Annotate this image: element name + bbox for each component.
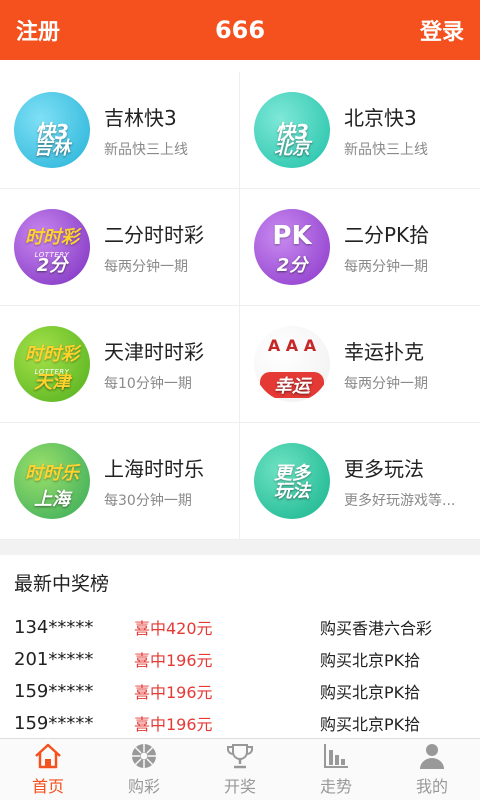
winner-game: 购买北京PK拾 (320, 683, 421, 702)
game-item-beijing-k3[interactable]: 快3 北京 北京快3 新品快三上线 (240, 72, 480, 189)
login-button[interactable]: 登录 (384, 14, 464, 46)
app-screen: 注册 666 登录 快3 吉林 吉林快3 新品快三上线 快3 北京 北京快3 新… (0, 0, 480, 800)
winner-user: 159***** (14, 680, 94, 702)
game-desc: 每10分钟一期 (104, 375, 192, 392)
jilin-k3-logo-icon: 快3 吉林 (14, 92, 90, 168)
wheel-icon (132, 744, 156, 768)
game-item-jilin-k3[interactable]: 快3 吉林 吉林快3 新品快三上线 (0, 72, 240, 189)
winner-user: 201***** (14, 648, 94, 670)
winner-game: 购买北京PK拾 (320, 651, 421, 670)
game-item-more[interactable]: 更多 玩法 更多玩法 更多好玩游戏等... (240, 423, 480, 540)
winner-user: 134***** (14, 616, 94, 638)
winner-game: 购买香港六合彩 (320, 619, 433, 638)
beijing-k3-logo-icon: 快3 北京 (254, 92, 330, 168)
game-name: 北京快3 (344, 105, 417, 130)
register-button[interactable]: 注册 (16, 14, 96, 46)
trophy-icon (227, 744, 253, 769)
winner-row: 201***** 喜中196元 购买北京PK拾 (0, 643, 480, 675)
game-desc: 每30分钟一期 (104, 492, 192, 509)
tab-home[interactable]: 首页 (0, 739, 96, 800)
tab-label: 开奖 (223, 777, 256, 796)
lucky-poker-logo-icon: A A A 幸运 (254, 326, 330, 402)
tab-mine[interactable]: 我的 (384, 739, 480, 800)
winners-panel: 最新中奖榜 134***** 喜中420元 购买香港六合彩 201***** 喜… (0, 555, 480, 745)
home-icon (35, 743, 61, 769)
game-item-shanghai-ssl[interactable]: 时时乐 上海 上海时时乐 每30分钟一期 (0, 423, 240, 540)
game-desc: 每两分钟一期 (104, 258, 188, 275)
game-desc: 新品快三上线 (104, 141, 188, 158)
tab-label: 首页 (31, 777, 64, 796)
tab-label: 我的 (415, 777, 448, 796)
game-desc: 每两分钟一期 (344, 375, 428, 392)
page-title: 666 (214, 16, 266, 44)
game-name: 幸运扑克 (344, 339, 424, 364)
tab-label: 购彩 (127, 777, 160, 796)
game-name: 更多玩法 (344, 456, 424, 481)
game-name: 上海时时乐 (104, 456, 204, 481)
pk10-2min-logo-icon: PK 2分 (254, 209, 330, 285)
bottom-tab-bar: 首页 购彩 开奖 走势 我的 (0, 738, 480, 800)
tab-buy[interactable]: 购彩 (96, 739, 192, 800)
winner-row: 159***** 喜中196元 购买北京PK拾 (0, 707, 480, 739)
tab-trend[interactable]: 走势 (288, 739, 384, 800)
winner-prize: 喜中196元 (134, 651, 213, 670)
game-item-pk10-2min[interactable]: PK 2分 二分PK拾 每两分钟一期 (240, 189, 480, 306)
shanghai-ssl-logo-icon: 时时乐 上海 (14, 443, 90, 519)
game-item-ssc-2min[interactable]: 时时彩 LOTTERY 2分 二分时时彩 每两分钟一期 (0, 189, 240, 306)
game-desc: 每两分钟一期 (344, 258, 428, 275)
winner-user: 159***** (14, 712, 94, 734)
game-desc: 新品快三上线 (344, 141, 428, 158)
game-item-tianjin-ssc[interactable]: 时时彩 LOTTERY 天津 天津时时彩 每10分钟一期 (0, 306, 240, 423)
tab-label: 走势 (319, 777, 352, 796)
winners-title: 最新中奖榜 (14, 573, 110, 595)
winner-prize: 喜中420元 (134, 619, 213, 638)
game-name: 吉林快3 (104, 105, 177, 130)
ssc-2min-logo-icon: 时时彩 LOTTERY 2分 (14, 209, 90, 285)
top-bar: 注册 666 登录 (0, 0, 480, 60)
winner-prize: 喜中196元 (134, 715, 213, 734)
winner-game: 购买北京PK拾 (320, 715, 421, 734)
game-item-lucky-poker[interactable]: A A A 幸运 幸运扑克 每两分钟一期 (240, 306, 480, 423)
more-games-logo-icon: 更多 玩法 (254, 443, 330, 519)
user-icon (420, 744, 444, 769)
game-name: 二分时时彩 (104, 222, 204, 247)
game-name: 天津时时彩 (104, 339, 204, 364)
section-title-scrolled (0, 60, 480, 72)
tab-draw[interactable]: 开奖 (192, 739, 288, 800)
game-name: 二分PK拾 (344, 222, 430, 247)
winner-row: 134***** 喜中420元 购买香港六合彩 (0, 611, 480, 643)
winner-row: 159***** 喜中196元 购买北京PK拾 (0, 675, 480, 707)
game-grid: 快3 吉林 吉林快3 新品快三上线 快3 北京 北京快3 新品快三上线 时时彩 … (0, 72, 480, 540)
game-desc: 更多好玩游戏等... (344, 492, 456, 509)
winner-prize: 喜中196元 (134, 683, 213, 702)
tianjin-ssc-logo-icon: 时时彩 LOTTERY 天津 (14, 326, 90, 402)
bar-chart-icon (324, 744, 348, 768)
